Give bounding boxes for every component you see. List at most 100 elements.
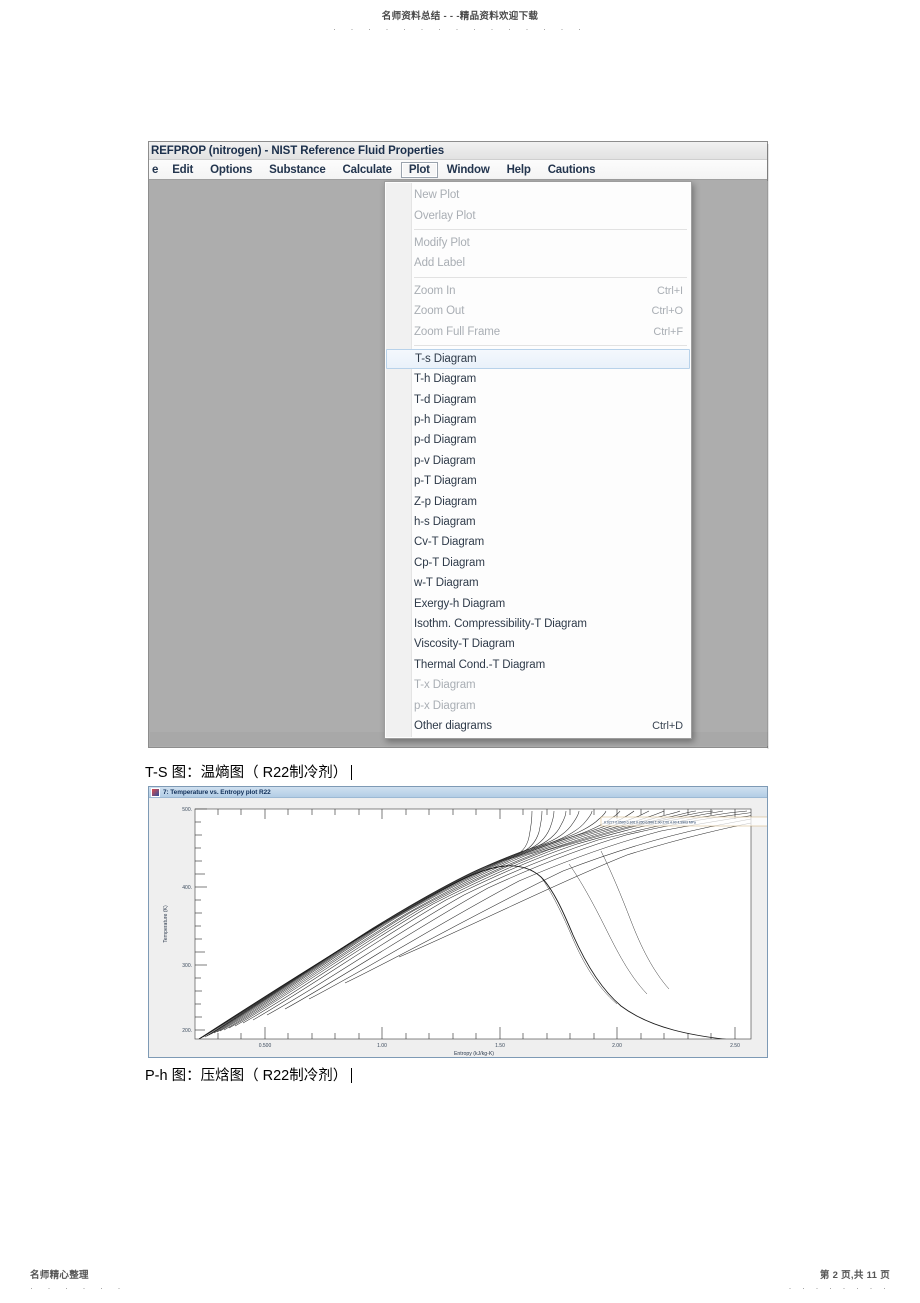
- menu-item-label: Zoom In: [414, 284, 456, 297]
- menu-separator: [414, 344, 687, 346]
- y-axis-title: Temperature (K): [163, 905, 169, 943]
- menu-item-label: T-s Diagram: [415, 352, 477, 365]
- refprop-window: REFPROP (nitrogen) - NIST Reference Flui…: [148, 141, 769, 749]
- menu-item-label: p-h Diagram: [414, 414, 477, 427]
- caption-ph: P-h 图：压焓图（ R22制冷剂）: [145, 1064, 353, 1085]
- menu-item-label: Z-p Diagram: [414, 495, 477, 508]
- plot-window-title: 7: Temperature vs. Entropy plot R22: [163, 788, 271, 796]
- menu-item-exergy-h-diagram[interactable]: Exergy-h Diagram: [385, 593, 691, 613]
- menu-item-zoom-out[interactable]: Zoom Out Ctrl+O: [385, 301, 691, 321]
- menu-item-p-h-diagram[interactable]: p-h Diagram: [385, 410, 691, 430]
- menu-separator: [414, 276, 687, 278]
- menu-item-label: New Plot: [414, 189, 460, 202]
- caption-ts-text: T-S 图：温熵图（ R22制冷剂）: [145, 765, 348, 781]
- menu-item-label: p-x Diagram: [414, 699, 476, 712]
- text-cursor: [351, 1068, 353, 1083]
- window-shadow: [767, 144, 769, 749]
- menu-item-thermal-cond-t-diagram[interactable]: Thermal Cond.-T Diagram: [385, 655, 691, 675]
- menu-item-label: Thermal Cond.-T Diagram: [414, 658, 546, 671]
- menu-substance[interactable]: Substance: [261, 162, 333, 178]
- window-titlebar: REFPROP (nitrogen) - NIST Reference Flui…: [149, 142, 767, 160]
- menu-item-zoom-full-frame[interactable]: Zoom Full Frame Ctrl+F: [385, 321, 691, 341]
- plot-window: 7: Temperature vs. Entropy plot R22 500.…: [148, 786, 768, 1058]
- menu-item-w-t-diagram[interactable]: w-T Diagram: [385, 573, 691, 593]
- menu-item-viscosity-t-diagram[interactable]: Viscosity-T Diagram: [385, 634, 691, 654]
- menu-item-t-h-diagram[interactable]: T-h Diagram: [385, 369, 691, 389]
- menu-options[interactable]: Options: [202, 162, 260, 178]
- menu-item-p-v-diagram[interactable]: p-v Diagram: [385, 451, 691, 471]
- menu-item-label: T-d Diagram: [414, 393, 477, 406]
- menu-separator: [414, 228, 687, 230]
- svg-text:2.00: 2.00: [612, 1043, 622, 1049]
- page-footer-right: 第 2 页,共 11 页: [819, 1270, 890, 1281]
- page-footer-right-dots: · · · · · · · ·: [788, 1283, 890, 1293]
- menu-item-t-s-diagram[interactable]: T-s Diagram: [386, 348, 690, 370]
- menu-item-accel: Ctrl+F: [653, 325, 683, 338]
- menu-item-z-p-diagram[interactable]: Z-p Diagram: [385, 491, 691, 511]
- legend-text: 0.0277 0.0500 0.100 0.200 0.500 1.00 2.0…: [604, 821, 696, 825]
- menu-item-label: w-T Diagram: [414, 577, 479, 590]
- menu-item-new-plot[interactable]: New Plot: [385, 185, 691, 205]
- menu-calculate[interactable]: Calculate: [335, 162, 400, 178]
- menu-item-modify-plot[interactable]: Modify Plot: [385, 233, 691, 253]
- plot-canvas[interactable]: 500. 400. 300. 200. 0.500 1.00 1.50 2.00…: [149, 799, 767, 1057]
- menu-item-label: Cp-T Diagram: [414, 556, 485, 569]
- menu-item-label: p-d Diagram: [414, 434, 477, 447]
- menu-item-p-t-diagram[interactable]: p-T Diagram: [385, 471, 691, 491]
- menu-plot[interactable]: Plot: [400, 161, 438, 178]
- menu-item-other-diagrams[interactable]: Other diagrams Ctrl+D: [385, 716, 691, 736]
- page-header-dots: · · · · · · · · · · · · · · ·: [333, 24, 587, 34]
- menu-help[interactable]: Help: [499, 162, 539, 178]
- page-header-text: 名师资料总结 - - -精品资料欢迎下载: [381, 11, 539, 22]
- svg-text:400.: 400.: [182, 885, 192, 891]
- menu-item-label: T-x Diagram: [414, 679, 476, 692]
- window-title: REFPROP (nitrogen) - NIST Reference Flui…: [151, 144, 444, 157]
- x-axis-title: Entropy (kJ/kg-K): [454, 1051, 494, 1057]
- menu-item-cv-t-diagram[interactable]: Cv-T Diagram: [385, 532, 691, 552]
- menu-item-label: h-s Diagram: [414, 516, 476, 529]
- menu-item-p-x-diagram[interactable]: p-x Diagram: [385, 695, 691, 715]
- menu-item-zoom-in[interactable]: Zoom In Ctrl+I: [385, 281, 691, 301]
- menu-item-label: Zoom Out: [414, 305, 465, 318]
- menu-item-add-label[interactable]: Add Label: [385, 253, 691, 273]
- caption-ph-text: P-h 图：压焓图（ R22制冷剂）: [145, 1068, 348, 1084]
- svg-text:1.50: 1.50: [495, 1043, 505, 1049]
- menu-item-t-d-diagram[interactable]: T-d Diagram: [385, 390, 691, 410]
- application-icon: [151, 787, 160, 797]
- svg-text:1.00: 1.00: [377, 1043, 387, 1049]
- menu-item-label: Exergy-h Diagram: [414, 597, 506, 610]
- page-footer-left: 名师精心整理: [30, 1270, 89, 1281]
- menu-item-label: Overlay Plot: [414, 209, 476, 222]
- svg-text:0.500: 0.500: [259, 1043, 272, 1049]
- menu-item-label: Cv-T Diagram: [414, 536, 485, 549]
- menu-item-cp-t-diagram[interactable]: Cp-T Diagram: [385, 553, 691, 573]
- menu-item-overlay-plot[interactable]: Overlay Plot: [385, 205, 691, 225]
- menu-item-label: Add Label: [414, 257, 465, 270]
- menu-item-label: Viscosity-T Diagram: [414, 638, 515, 651]
- plot-dropdown-menu: New Plot Overlay Plot Modify Plot Add La…: [384, 181, 692, 740]
- menu-item-accel: Ctrl+D: [652, 719, 683, 732]
- menu-item-label: p-v Diagram: [414, 454, 476, 467]
- menu-item-accel: Ctrl+I: [657, 284, 683, 297]
- menu-item-label: T-h Diagram: [414, 373, 477, 386]
- menu-item-isothm-compressibility-t-diagram[interactable]: Isothm. Compressibility-T Diagram: [385, 614, 691, 634]
- menu-file[interactable]: e: [149, 162, 163, 178]
- menu-item-label: Zoom Full Frame: [414, 325, 501, 338]
- menu-cautions[interactable]: Cautions: [540, 162, 604, 178]
- page-footer-left-dots: · · · · · ·: [30, 1283, 127, 1293]
- svg-text:500.: 500.: [182, 807, 192, 813]
- ts-diagram-svg: 500. 400. 300. 200. 0.500 1.00 1.50 2.00…: [149, 799, 767, 1057]
- menu-window[interactable]: Window: [439, 162, 498, 178]
- menu-item-p-d-diagram[interactable]: p-d Diagram: [385, 430, 691, 450]
- menubar: e Edit Options Substance Calculate Plot …: [149, 160, 767, 180]
- menu-item-t-x-diagram[interactable]: T-x Diagram: [385, 675, 691, 695]
- caption-ts: T-S 图：温熵图（ R22制冷剂）: [145, 761, 353, 782]
- plot-titlebar: 7: Temperature vs. Entropy plot R22: [149, 787, 767, 798]
- menu-item-h-s-diagram[interactable]: h-s Diagram: [385, 512, 691, 532]
- svg-text:300.: 300.: [182, 963, 192, 969]
- svg-text:200.: 200.: [182, 1028, 192, 1034]
- menu-edit[interactable]: Edit: [164, 162, 201, 178]
- menu-item-label: Modify Plot: [414, 236, 470, 249]
- svg-text:2.50: 2.50: [730, 1043, 740, 1049]
- menu-item-accel: Ctrl+O: [651, 305, 684, 318]
